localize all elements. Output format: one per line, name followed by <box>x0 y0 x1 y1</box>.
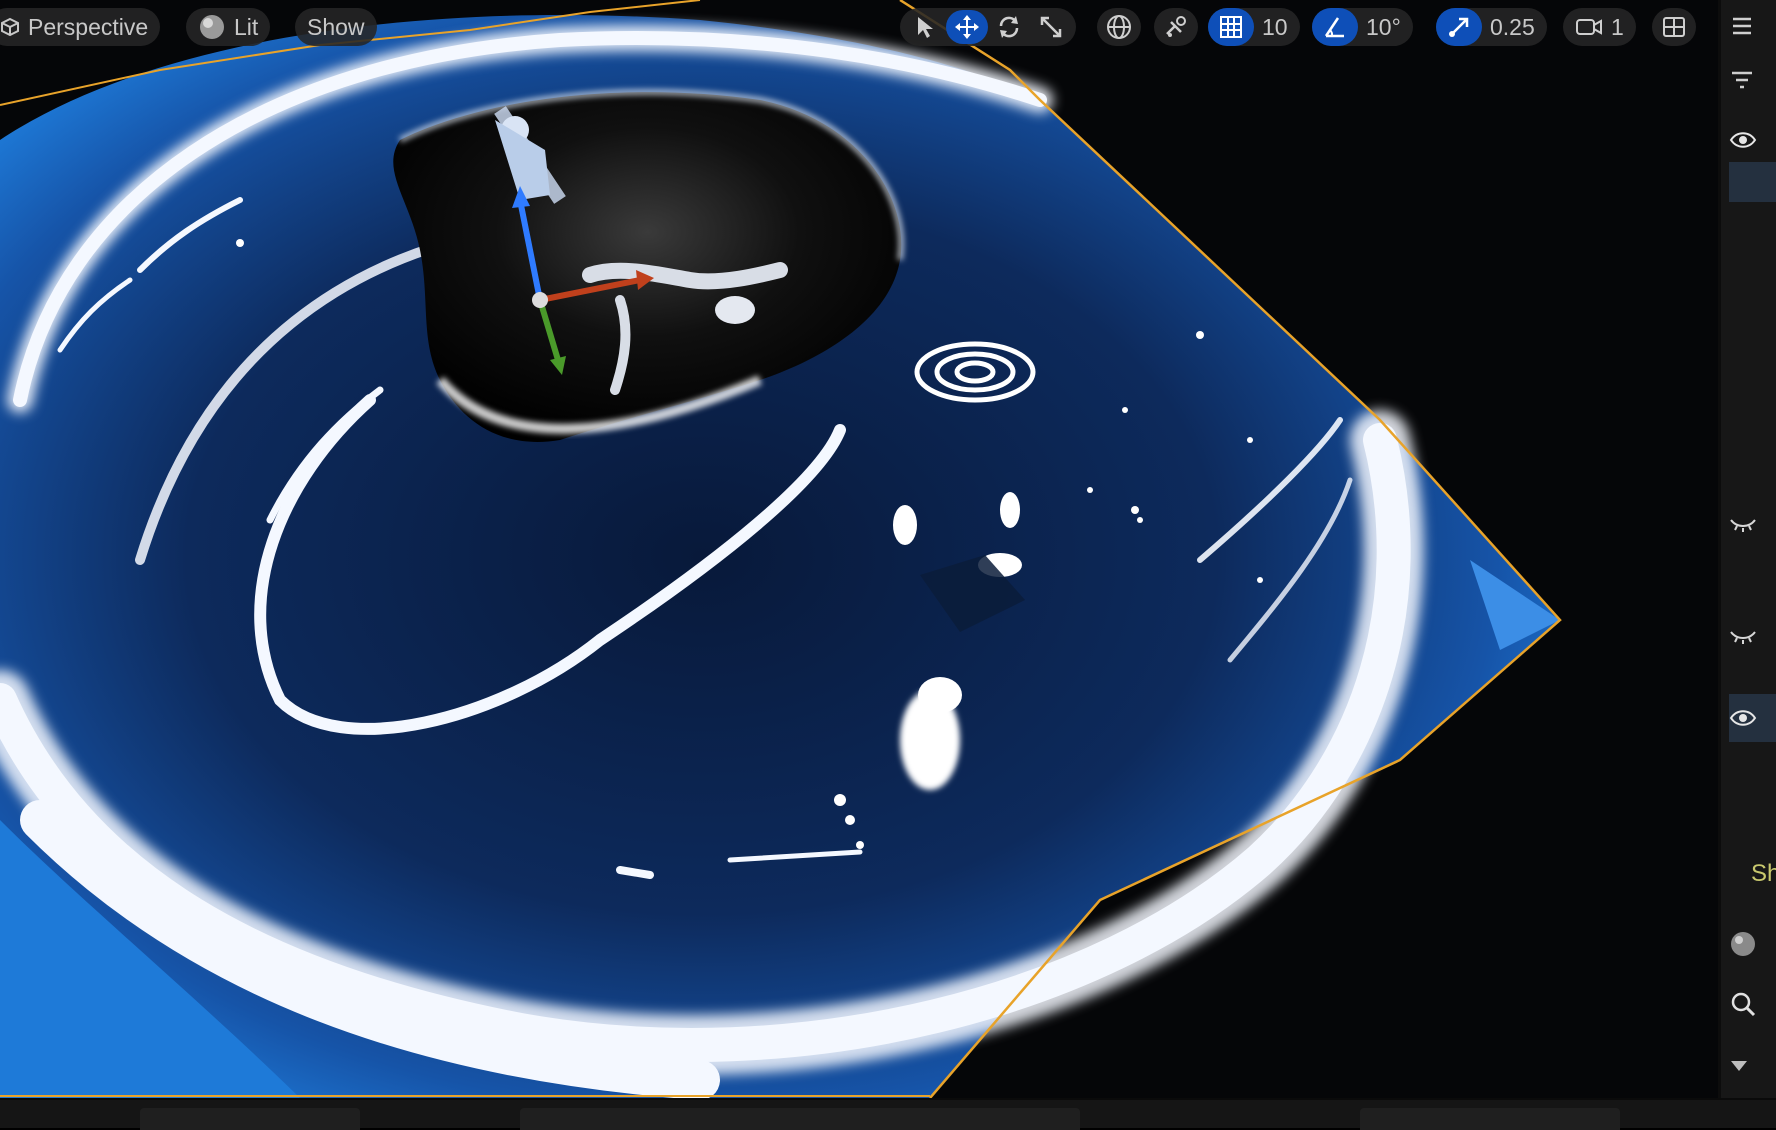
visibility-toggle[interactable] <box>1729 612 1776 660</box>
coordinate-space-button[interactable] <box>1097 8 1141 46</box>
bottom-status-bar <box>0 1098 1776 1130</box>
surface-snapping-button[interactable] <box>1154 8 1198 46</box>
outliner-row-selected[interactable] <box>1729 162 1776 202</box>
scale-icon <box>1040 16 1062 38</box>
show-menu-label: Show <box>307 13 365 40</box>
grid-snap-value: 10 <box>1262 13 1288 40</box>
translate-tool-button[interactable] <box>946 10 988 44</box>
grid-snap-toggle[interactable] <box>1208 8 1254 46</box>
move-arrows-icon <box>955 15 979 39</box>
filter-icon <box>1732 71 1752 89</box>
rotate-tool-button[interactable] <box>988 10 1030 44</box>
bottom-bar-segment[interactable] <box>1360 1108 1620 1130</box>
search-icon <box>1731 992 1756 1017</box>
triangle-down-icon <box>1731 1061 1747 1071</box>
view-mode-button[interactable]: Perspective <box>0 8 161 46</box>
world-settings-button[interactable] <box>1729 920 1776 968</box>
grid-snap-control[interactable]: 10 <box>1208 8 1300 46</box>
sphere-icon <box>198 13 226 41</box>
rotation-snap-toggle[interactable] <box>1312 8 1358 46</box>
globe-icon <box>1731 932 1755 956</box>
camera-icon <box>1576 19 1602 35</box>
show-menu-button[interactable]: Show <box>295 8 377 46</box>
visibility-toggle[interactable] <box>1729 694 1776 742</box>
camera-speed-control[interactable]: 1 <box>1563 8 1636 46</box>
surface-snap-icon <box>1166 16 1186 37</box>
visibility-toggle[interactable] <box>1729 116 1776 164</box>
camera-speed-value: 1 <box>1611 13 1624 40</box>
rotation-snap-control[interactable]: 10° <box>1312 8 1413 46</box>
lighting-mode-button[interactable]: Lit <box>186 8 271 46</box>
eye-icon <box>1729 710 1757 726</box>
bottom-bar-segment[interactable] <box>140 1108 360 1130</box>
transform-tools <box>900 8 1076 46</box>
bottom-bar-segment[interactable] <box>520 1108 1080 1130</box>
scale-snap-value: 0.25 <box>1490 13 1535 40</box>
expand-section-button[interactable] <box>1729 1042 1776 1090</box>
viewport-layout-button[interactable] <box>1652 8 1696 46</box>
scale-tool-button[interactable] <box>1030 10 1072 44</box>
scale-snap-icon <box>1449 17 1469 37</box>
rotation-snap-value: 10° <box>1366 13 1401 40</box>
eye-closed-icon <box>1730 631 1756 644</box>
rotate-icon <box>999 16 1019 38</box>
visibility-toggle[interactable] <box>1729 500 1776 548</box>
grid-icon <box>1220 16 1242 38</box>
panel-partial-label: Sh <box>1751 860 1776 887</box>
globe-icon <box>1107 15 1131 39</box>
cursor-icon <box>918 17 933 38</box>
viewport-layout-icon <box>1663 17 1685 37</box>
cube-icon <box>0 17 20 37</box>
eye-icon <box>1729 132 1757 148</box>
scale-snap-toggle[interactable] <box>1436 8 1482 46</box>
angle-icon <box>1324 17 1344 38</box>
eye-closed-icon <box>1730 519 1756 532</box>
viewport-scene[interactable] <box>0 0 1718 1098</box>
filter-button[interactable] <box>1729 56 1776 104</box>
panel-menu-button[interactable] <box>1729 2 1776 50</box>
level-viewport[interactable]: Perspective Lit Show 10 10° 0.25 1 <box>0 0 1718 1098</box>
hamburger-icon <box>1733 17 1751 35</box>
search-button[interactable] <box>1729 980 1776 1028</box>
lighting-mode-label: Lit <box>234 13 259 40</box>
view-mode-label: Perspective <box>28 13 149 40</box>
outliner-panel: Sh <box>1718 0 1776 1098</box>
select-tool-button[interactable] <box>904 10 946 44</box>
scale-snap-control[interactable]: 0.25 <box>1436 8 1547 46</box>
